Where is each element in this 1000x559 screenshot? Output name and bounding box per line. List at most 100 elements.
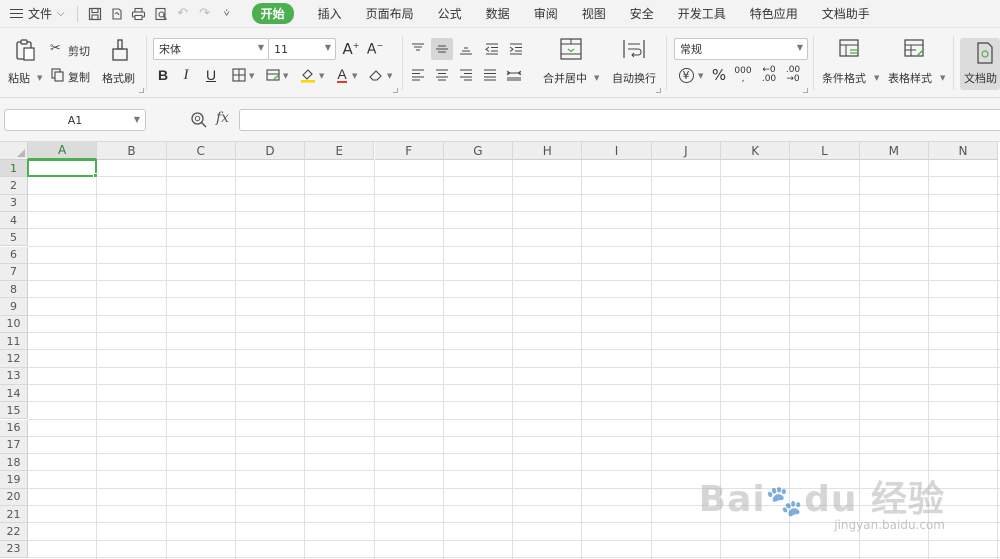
increase-decimal-button[interactable]: ←0.00	[758, 64, 780, 86]
column-header-g[interactable]: G	[443, 142, 514, 160]
table-style-button[interactable]: 表格样式 ▼	[884, 34, 948, 92]
decrease-decimal-button[interactable]: .00 →0	[782, 64, 804, 86]
row-header-22[interactable]: 22	[0, 523, 28, 541]
align-middle-button[interactable]	[431, 38, 453, 60]
undo-icon[interactable]: ↶	[172, 3, 194, 25]
column-header-d[interactable]: D	[235, 142, 306, 160]
decrease-indent-button[interactable]	[481, 38, 503, 60]
fill-handle[interactable]	[93, 173, 99, 179]
row-header-15[interactable]: 15	[0, 402, 28, 420]
row-header-9[interactable]: 9	[0, 298, 28, 316]
row-header-16[interactable]: 16	[0, 419, 28, 437]
row-header-18[interactable]: 18	[0, 454, 28, 472]
paste-button[interactable]: 粘贴 ▼	[6, 34, 44, 92]
row-header-19[interactable]: 19	[0, 471, 28, 489]
tab-page-layout[interactable]: 页面布局	[354, 0, 426, 28]
font-name-select[interactable]: 宋体 ▼	[153, 38, 269, 60]
column-header-a[interactable]: A	[28, 142, 98, 160]
cut-button[interactable]: ✂ 剪切	[50, 40, 96, 60]
tab-view[interactable]: 视图	[570, 0, 618, 28]
column-header-j[interactable]: J	[651, 142, 721, 160]
save-icon[interactable]	[84, 3, 106, 25]
column-header-l[interactable]: L	[790, 142, 860, 160]
number-format-select[interactable]: 常规 ▼	[674, 38, 808, 60]
row-header-3[interactable]: 3	[0, 194, 28, 212]
column-header-e[interactable]: E	[305, 142, 375, 160]
align-center-button[interactable]	[431, 64, 453, 86]
borders-button[interactable]: ▼	[228, 64, 254, 86]
row-header-12[interactable]: 12	[0, 350, 28, 368]
customize-toolbar-icon[interactable]: ⩒	[216, 3, 238, 25]
row-header-8[interactable]: 8	[0, 281, 28, 299]
cell-style-button[interactable]: ▼	[262, 64, 288, 86]
row-header-20[interactable]: 20	[0, 488, 28, 506]
conditional-format-button[interactable]: 条件格式 ▼	[818, 34, 882, 92]
column-header-n[interactable]: N	[928, 142, 999, 160]
tab-security[interactable]: 安全	[618, 0, 666, 28]
column-header-b[interactable]: B	[97, 142, 167, 160]
decrease-font-size-button[interactable]: A−	[364, 38, 386, 60]
row-header-11[interactable]: 11	[0, 333, 28, 351]
row-header-21[interactable]: 21	[0, 506, 28, 524]
column-header-c[interactable]: C	[166, 142, 236, 160]
column-header-i[interactable]: I	[582, 142, 652, 160]
row-header-7[interactable]: 7	[0, 263, 28, 282]
font-size-select[interactable]: 11 ▼	[268, 38, 336, 60]
redo-icon[interactable]: ↷	[194, 3, 216, 25]
merge-center-button[interactable]: 合并居中 ▼	[540, 34, 602, 92]
column-header-m[interactable]: M	[859, 142, 929, 160]
format-painter-button[interactable]: 格式刷	[100, 34, 140, 92]
underline-button[interactable]: U	[200, 64, 222, 86]
group-launcher-icon[interactable]	[656, 88, 661, 93]
bold-button[interactable]: B	[152, 64, 174, 86]
row-header-1[interactable]: 1	[0, 160, 28, 178]
clear-button[interactable]: ▼	[365, 64, 392, 86]
row-header-13[interactable]: 13	[0, 367, 28, 385]
currency-button[interactable]: ¥ ▼	[675, 64, 703, 86]
italic-button[interactable]: I	[175, 64, 197, 86]
doc-helper-button[interactable]: 文档助	[960, 38, 1000, 90]
copy-button[interactable]: 复制	[50, 66, 96, 86]
tab-formulas[interactable]: 公式	[426, 0, 474, 28]
row-header-5[interactable]: 5	[0, 229, 28, 247]
name-box[interactable]: A1 ▼	[4, 109, 146, 131]
column-header-f[interactable]: F	[374, 142, 444, 160]
tab-insert[interactable]: 插入	[306, 0, 354, 28]
group-launcher-icon[interactable]	[139, 88, 144, 93]
fill-color-button[interactable]: ▼	[297, 64, 324, 86]
tab-special-apps[interactable]: 特色应用	[738, 0, 810, 28]
column-header-h[interactable]: H	[513, 142, 583, 160]
group-launcher-icon[interactable]	[803, 88, 808, 93]
insert-function-button[interactable]: fx	[216, 110, 229, 126]
increase-indent-button[interactable]	[505, 38, 527, 60]
tab-review[interactable]: 审阅	[522, 0, 570, 28]
print-icon[interactable]	[128, 3, 150, 25]
align-top-button[interactable]	[407, 38, 429, 60]
row-header-14[interactable]: 14	[0, 384, 28, 403]
align-bottom-button[interactable]	[455, 38, 477, 60]
tab-developer[interactable]: 开发工具	[666, 0, 738, 28]
group-launcher-icon[interactable]	[393, 88, 398, 93]
file-menu[interactable]: 文件 ⌵	[0, 0, 71, 28]
row-header-23[interactable]: 23	[0, 540, 28, 558]
justify-button[interactable]	[479, 64, 501, 86]
print-preview-icon[interactable]	[150, 3, 172, 25]
select-all-button[interactable]	[0, 142, 28, 160]
row-header-10[interactable]: 10	[0, 315, 28, 333]
active-cell[interactable]	[27, 159, 98, 178]
tab-doc-helper[interactable]: 文档助手	[810, 0, 882, 28]
thousands-separator-button[interactable]: 000,	[732, 64, 754, 86]
row-header-17[interactable]: 17	[0, 436, 28, 455]
align-right-button[interactable]	[455, 64, 477, 86]
row-header-2[interactable]: 2	[0, 177, 28, 195]
font-color-button[interactable]: A ▼	[331, 64, 357, 86]
formula-input[interactable]	[239, 109, 1000, 131]
align-left-button[interactable]	[407, 64, 429, 86]
column-header-k[interactable]: K	[721, 142, 791, 160]
row-header-4[interactable]: 4	[0, 211, 28, 230]
increase-font-size-button[interactable]: A+	[340, 38, 362, 60]
wrap-text-button[interactable]: 自动换行	[606, 34, 662, 92]
distributed-align-button[interactable]	[503, 64, 525, 86]
tab-home[interactable]: 开始	[248, 0, 298, 28]
tab-data[interactable]: 数据	[474, 0, 522, 28]
